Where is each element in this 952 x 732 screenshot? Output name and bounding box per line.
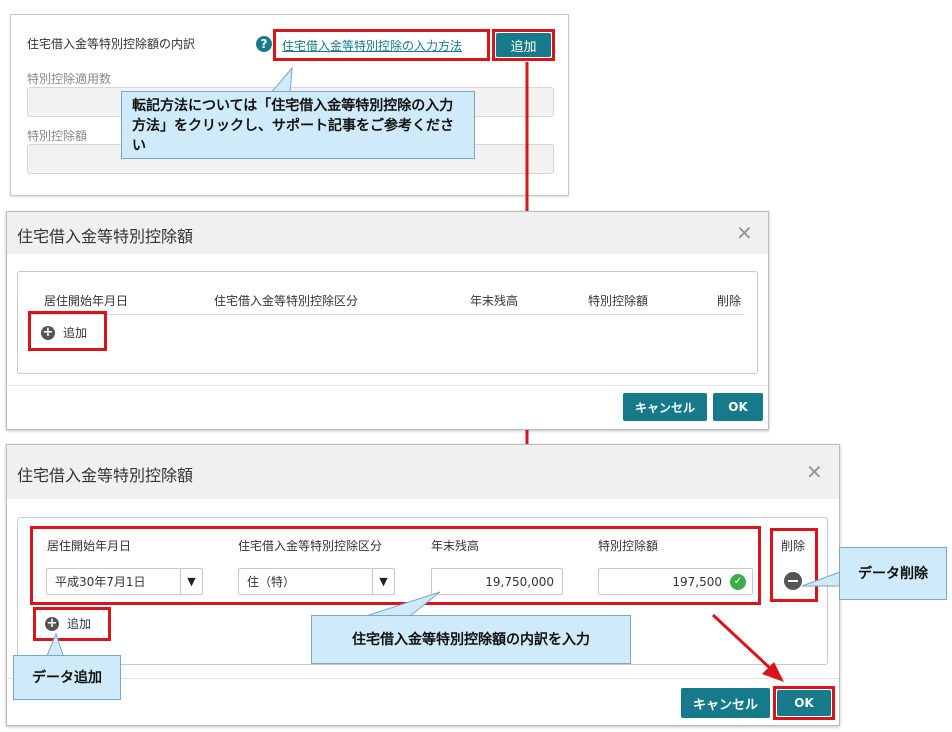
- dialog-1: 住宅借入金等特別控除額 ✕ 居住開始年月日 住宅借入金等特別控除区分 年末残高 …: [6, 211, 769, 430]
- category-value: 住（特）: [247, 575, 296, 589]
- dropdown-arrow-icon[interactable]: ▼: [180, 569, 202, 594]
- col-header-balance: 年末残高: [470, 294, 519, 308]
- plus-circle-icon: +: [45, 615, 59, 631]
- col-header-start-date: 居住開始年月日: [44, 294, 129, 308]
- field2-label: 特別控除額: [27, 129, 88, 143]
- balance-input[interactable]: 19,750,000: [431, 568, 563, 595]
- dialog-1-add-row[interactable]: + 追加: [41, 324, 87, 341]
- section-title: 住宅借入金等特別控除額の内訳: [27, 37, 196, 51]
- col-header-category: 住宅借入金等特別控除区分: [214, 294, 359, 308]
- col-header-category: 住宅借入金等特別控除区分: [238, 539, 383, 553]
- table-divider: [30, 314, 745, 315]
- dialog-1-title: 住宅借入金等特別控除額: [17, 227, 194, 246]
- plus-circle-icon: +: [41, 324, 55, 340]
- deduction-input[interactable]: 197,500 ✓: [598, 568, 753, 595]
- top-callout-text: 転記方法については「住宅借入金等特別控除の入力方法」をクリックし、サポート記事を…: [132, 98, 454, 154]
- dialog-1-header: 住宅借入金等特別控除額 ✕: [7, 212, 768, 254]
- top-callout: 転記方法については「住宅借入金等特別控除の入力方法」をクリックし、サポート記事を…: [121, 91, 475, 159]
- dialog-2-title: 住宅借入金等特別控除額: [17, 466, 194, 485]
- check-circle-icon: ✓: [730, 573, 746, 590]
- deduction-value: 197,500: [672, 574, 722, 589]
- dialog-1-table: 居住開始年月日 住宅借入金等特別控除区分 年末残高 特別控除額 削除: [17, 271, 758, 374]
- question-circle-icon[interactable]: ?: [256, 36, 272, 52]
- start-date-value: 平成30年7月1日: [55, 575, 146, 589]
- ok-arrow: [711, 613, 784, 682]
- col-header-delete: 削除: [717, 294, 742, 308]
- delete-callout-pointer: [801, 571, 841, 587]
- close-icon[interactable]: ✕: [736, 221, 753, 245]
- add-callout: データ追加: [13, 655, 121, 700]
- dialog-2-cancel-button[interactable]: キャンセル: [681, 688, 770, 718]
- col-header-start-date: 居住開始年月日: [47, 539, 132, 553]
- dialog-2-add-label: 追加: [67, 617, 92, 631]
- dialog-1-ok-button[interactable]: OK: [713, 393, 763, 421]
- col-header-delete: 削除: [781, 539, 806, 553]
- close-icon[interactable]: ✕: [806, 460, 823, 484]
- input-callout-text: 住宅借入金等特別控除額の内訳を入力: [352, 631, 590, 648]
- col-header-deduction: 特別控除額: [588, 294, 649, 308]
- dialog-2-header: 住宅借入金等特別控除額 ✕: [7, 445, 839, 499]
- delete-callout: データ削除: [839, 547, 947, 600]
- col-header-balance: 年末残高: [431, 539, 480, 553]
- delete-callout-text: データ削除: [858, 565, 928, 582]
- help-link[interactable]: 住宅借入金等特別控除の入力方法: [282, 37, 462, 54]
- start-date-select[interactable]: 平成30年7月1日 ▼: [46, 568, 203, 595]
- field1-label: 特別控除適用数: [27, 72, 112, 86]
- col-header-deduction: 特別控除額: [598, 539, 659, 553]
- balance-value: 19,750,000: [485, 574, 554, 589]
- input-callout: 住宅借入金等特別控除額の内訳を入力: [311, 615, 631, 664]
- add-button[interactable]: 追加: [496, 33, 551, 57]
- dialog-1-add-label: 追加: [63, 326, 88, 340]
- dialog-1-footer-line: [7, 385, 768, 386]
- dialog-2-ok-button[interactable]: OK: [777, 690, 831, 716]
- dialog-1-cancel-button[interactable]: キャンセル: [623, 393, 707, 421]
- add-callout-text: データ追加: [32, 669, 102, 686]
- dialog-2-add-row[interactable]: + 追加: [45, 615, 91, 632]
